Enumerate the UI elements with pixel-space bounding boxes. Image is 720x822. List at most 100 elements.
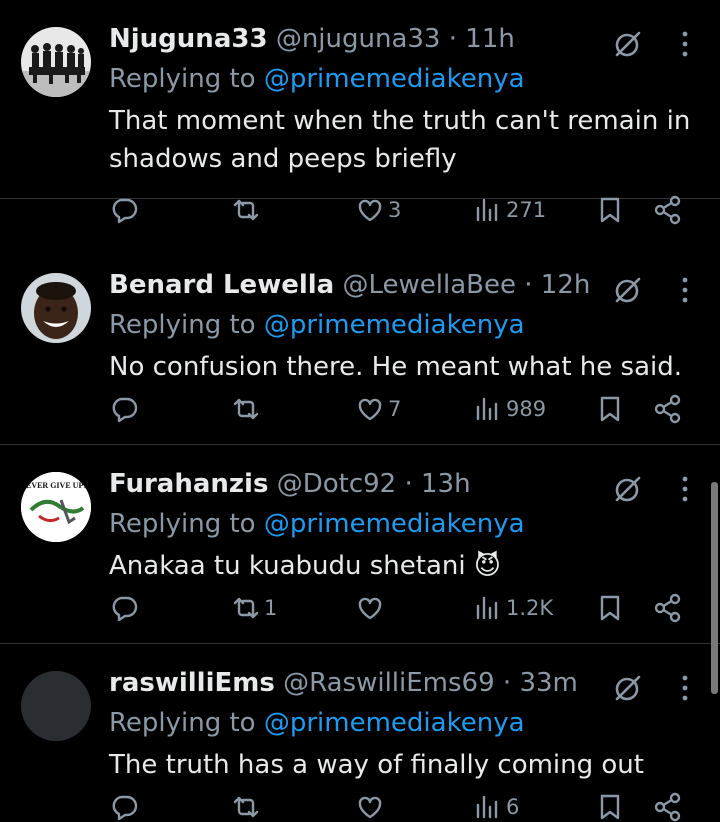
avatar[interactable]: EVER GIVE UP! — [21, 472, 91, 542]
tweet-text: That moment when the truth can't remain … — [109, 106, 691, 174]
view-count: 6 — [506, 795, 520, 819]
handle[interactable]: @Dotc92 — [277, 469, 397, 499]
replying-to-label: Replying to — [109, 509, 256, 539]
share-button[interactable] — [653, 195, 683, 225]
display-name[interactable]: Njuguna33 — [109, 24, 268, 54]
bookmark-icon — [600, 197, 620, 223]
replying-to-label: Replying to — [109, 64, 256, 94]
display-name[interactable]: Benard Lewella — [109, 270, 334, 300]
retweet-button[interactable] — [231, 394, 264, 424]
avatar-logo-text: EVER GIVE UP! — [26, 481, 86, 490]
view-count: 1.2K — [506, 596, 554, 620]
timestamp[interactable]: 12h — [541, 270, 591, 300]
grok-icon[interactable] — [612, 276, 642, 306]
reply-button[interactable] — [109, 394, 142, 424]
like-button[interactable] — [355, 593, 388, 623]
action-bar: 1 1.2K — [109, 593, 699, 623]
grok-icon[interactable] — [612, 475, 642, 505]
avatar[interactable] — [21, 27, 91, 97]
tweet[interactable]: Njuguna33 @njuguna33 · 11h Replying to @… — [0, 0, 720, 225]
replying-to: Replying to @primemediakenya — [109, 62, 525, 96]
heart-icon — [358, 199, 382, 222]
more-icon[interactable] — [676, 674, 694, 702]
retweet-icon — [233, 597, 259, 619]
reply-icon — [112, 596, 138, 622]
separator-dot: · — [448, 24, 458, 54]
views-icon — [476, 198, 498, 222]
share-icon — [654, 394, 681, 424]
share-button[interactable] — [653, 593, 683, 623]
like-button[interactable]: 7 — [355, 394, 401, 424]
share-icon — [654, 195, 681, 225]
group-photo-avatar-icon — [21, 27, 91, 97]
separator-dot: · — [502, 668, 512, 698]
handle[interactable]: @RaswilliEms69 — [283, 668, 495, 698]
replying-to: Replying to @primemediakenya — [109, 507, 525, 541]
bookmark-button[interactable] — [595, 195, 625, 225]
display-name[interactable]: raswilliEms — [109, 668, 275, 698]
views-button[interactable]: 989 — [473, 394, 546, 424]
bookmark-button[interactable] — [595, 593, 625, 623]
share-icon — [654, 593, 681, 623]
tweet-text: No confusion there. He meant what he sai… — [109, 352, 683, 382]
tweet[interactable]: raswilliEms @RaswilliEms69 · 33m Replyin… — [0, 644, 720, 822]
view-count: 271 — [506, 198, 547, 222]
separator-dot: · — [524, 270, 533, 300]
retweet-count: 1 — [264, 596, 278, 620]
bookmark-icon — [600, 595, 620, 621]
mention-link[interactable]: @primemediakenya — [264, 509, 525, 539]
reply-button[interactable] — [109, 593, 142, 623]
views-icon — [476, 596, 498, 620]
share-button[interactable] — [653, 394, 683, 424]
handle[interactable]: @njuguna33 — [276, 24, 441, 54]
mention-link[interactable]: @primemediakenya — [264, 708, 525, 738]
retweet-icon — [233, 398, 259, 420]
retweet-button[interactable] — [231, 195, 264, 225]
timestamp[interactable]: 11h — [465, 24, 515, 54]
display-name[interactable]: Furahanzis — [109, 469, 268, 499]
mention-link[interactable]: @primemediakenya — [264, 310, 525, 340]
bookmark-icon — [600, 396, 620, 422]
views-icon — [476, 397, 498, 421]
handle[interactable]: @LewellaBee — [342, 270, 516, 300]
tweet-header: Furahanzis @Dotc92 · 13h — [109, 467, 471, 501]
views-button[interactable]: 271 — [473, 195, 546, 225]
never-give-up-avatar-icon: EVER GIVE UP! — [21, 472, 91, 542]
grok-icon[interactable] — [612, 674, 642, 704]
tweet-header: Benard Lewella @LewellaBee · 12h — [109, 268, 590, 302]
tweet-header: Njuguna33 @njuguna33 · 11h — [109, 22, 515, 56]
reply-icon — [112, 198, 138, 224]
views-button[interactable]: 1.2K — [473, 593, 553, 623]
smiling-man-avatar-icon — [21, 273, 91, 343]
more-icon[interactable] — [676, 475, 694, 503]
more-icon[interactable] — [676, 276, 694, 304]
reply-button[interactable] — [109, 195, 142, 225]
bookmark-button[interactable] — [595, 394, 625, 424]
grok-icon[interactable] — [612, 30, 642, 60]
separator-dot: · — [404, 469, 413, 499]
timestamp[interactable]: 13h — [421, 469, 471, 499]
retweet-button[interactable]: 1 — [231, 593, 277, 623]
action-bar: 3 271 — [109, 195, 699, 225]
timestamp[interactable]: 33m — [519, 668, 577, 698]
like-button[interactable]: 3 — [355, 195, 401, 225]
replying-to-label: Replying to — [109, 708, 256, 738]
mention-link[interactable]: @primemediakenya — [264, 64, 525, 94]
scrollbar[interactable] — [711, 482, 718, 694]
like-count: 3 — [388, 198, 402, 222]
tweet[interactable]: EVER GIVE UP! Furahanzis @Dotc92 · 13h R… — [0, 445, 720, 644]
like-count: 7 — [388, 397, 402, 421]
avatar[interactable] — [21, 273, 91, 343]
view-count: 989 — [506, 397, 547, 421]
tweet[interactable]: Benard Lewella @LewellaBee · 12h Replyin… — [0, 246, 720, 445]
action-bar: 7 989 — [109, 394, 699, 424]
more-icon[interactable] — [676, 30, 694, 58]
tweet-text: The truth has a way of finally coming ou… — [109, 750, 644, 780]
reply-icon — [112, 397, 138, 423]
heart-icon — [358, 597, 382, 620]
retweet-icon — [233, 199, 259, 221]
heart-icon — [358, 398, 382, 421]
avatar[interactable] — [21, 671, 91, 741]
replying-to-label: Replying to — [109, 310, 256, 340]
replying-to: Replying to @primemediakenya — [109, 308, 525, 342]
